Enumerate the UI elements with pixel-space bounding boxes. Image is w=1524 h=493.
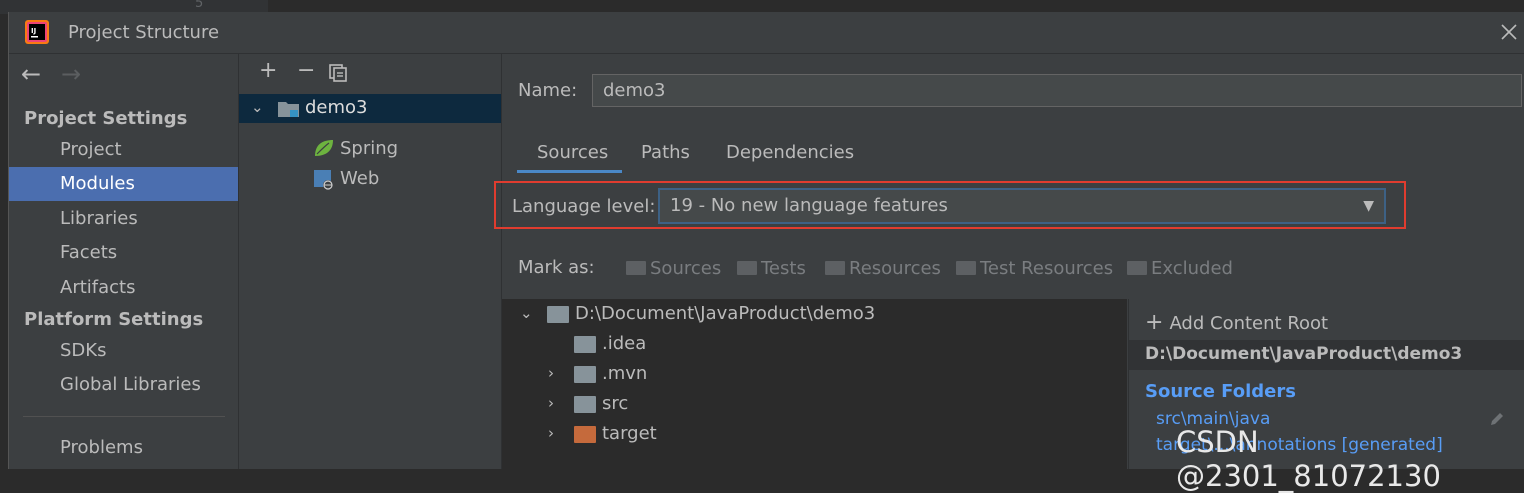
settings-nav: ← → Project Settings Project Modules Lib… xyxy=(9,54,239,469)
tree-row-idea[interactable]: .idea xyxy=(502,330,1127,360)
nav-divider xyxy=(23,416,225,417)
nav-item-libraries[interactable]: Libraries xyxy=(9,202,238,236)
folder-icon xyxy=(956,261,976,275)
source-folders-heading: Source Folders xyxy=(1145,381,1296,402)
language-level-select[interactable]: 19 - No new language features ▼ xyxy=(658,188,1386,224)
content-root-path: D:\Document\JavaProduct\demo3 xyxy=(575,303,876,324)
nav-item-global-libraries[interactable]: Global Libraries xyxy=(9,368,238,402)
nav-item-sdks[interactable]: SDKs xyxy=(9,334,238,368)
folder-icon xyxy=(1127,261,1147,275)
nav-item-project[interactable]: Project xyxy=(9,133,238,167)
mark-as-sources-button[interactable]: Sources xyxy=(626,258,721,279)
module-tree-row-demo3[interactable]: ⌄ demo3 xyxy=(239,94,501,123)
module-name-input[interactable]: demo3 xyxy=(592,74,1522,107)
tab-paths[interactable]: Paths xyxy=(641,142,690,163)
copy-icon[interactable] xyxy=(328,63,348,83)
facet-spring[interactable]: Spring xyxy=(340,138,398,159)
spring-leaf-icon xyxy=(315,140,333,156)
module-name: demo3 xyxy=(305,97,368,118)
remove-icon[interactable]: − xyxy=(297,58,315,83)
content-root-tree: ⌄ D:\Document\JavaProduct\demo3 .idea › … xyxy=(502,299,1127,469)
add-icon[interactable]: + xyxy=(259,58,277,83)
tree-row-mvn[interactable]: › .mvn xyxy=(502,360,1127,390)
web-facet-icon xyxy=(314,170,333,190)
background-editor-strip xyxy=(0,14,8,469)
mark-as-tests-button[interactable]: Tests xyxy=(737,258,806,279)
intellij-logo-icon: IJ xyxy=(25,20,49,44)
nav-item-problems[interactable]: Problems xyxy=(9,431,238,465)
folder-name: .mvn xyxy=(602,363,648,384)
close-icon[interactable] xyxy=(1497,20,1521,44)
mark-as-excluded-button[interactable]: Excluded xyxy=(1127,258,1233,279)
mark-as-test-resources-button[interactable]: Test Resources xyxy=(956,258,1113,279)
content-root-title: D:\Document\JavaProduct\demo3 xyxy=(1145,344,1463,364)
nav-item-artifacts[interactable]: Artifacts xyxy=(9,271,238,305)
dialog-title: Project Structure xyxy=(68,22,220,43)
tree-row-target[interactable]: › target xyxy=(502,420,1127,450)
svg-text:IJ: IJ xyxy=(31,27,36,35)
content-root-header: D:\Document\JavaProduct\demo3 xyxy=(1129,340,1524,370)
chevron-down-icon[interactable]: ⌄ xyxy=(520,304,533,322)
folder-icon xyxy=(574,396,596,413)
language-level-label: Language level: xyxy=(512,196,656,217)
nav-item-facets[interactable]: Facets xyxy=(9,236,238,270)
chevron-down-icon[interactable]: ⌄ xyxy=(251,98,264,116)
tab-sources[interactable]: Sources xyxy=(537,142,608,163)
plus-icon: + xyxy=(1145,310,1164,335)
folder-name: target xyxy=(602,423,657,444)
platform-settings-heading: Platform Settings xyxy=(24,309,204,330)
excluded-folder-icon xyxy=(574,426,596,443)
folder-icon xyxy=(547,306,569,323)
chevron-down-icon: ▼ xyxy=(1363,198,1374,214)
folder-icon xyxy=(626,261,646,275)
folder-name: src xyxy=(602,393,629,414)
name-label: Name: xyxy=(518,80,578,101)
chevron-right-icon[interactable]: › xyxy=(548,424,554,442)
title-bar: IJ Project Structure xyxy=(9,12,1524,54)
watermark-text: CSDN @2301_81072130 xyxy=(1176,425,1441,493)
back-arrow-icon[interactable]: ← xyxy=(21,60,41,88)
project-settings-heading: Project Settings xyxy=(24,108,188,129)
language-level-value: 19 - No new language features xyxy=(670,195,948,216)
folder-icon xyxy=(574,336,596,353)
folder-icon xyxy=(737,261,757,275)
add-content-root-button[interactable]: + Add Content Root xyxy=(1145,310,1328,335)
mark-as-resources-button[interactable]: Resources xyxy=(825,258,941,279)
tree-row-root[interactable]: ⌄ D:\Document\JavaProduct\demo3 xyxy=(502,300,1127,330)
folder-name: .idea xyxy=(602,333,647,354)
mark-as-label: Mark as: xyxy=(518,257,595,278)
chevron-right-icon[interactable]: › xyxy=(548,364,554,382)
chevron-right-icon[interactable]: › xyxy=(548,394,554,412)
tab-dependencies[interactable]: Dependencies xyxy=(726,142,854,163)
forward-arrow-icon[interactable]: → xyxy=(61,60,81,88)
module-settings-panel: Name: demo3 Sources Paths Dependencies L… xyxy=(494,54,1524,469)
folder-icon xyxy=(825,261,845,275)
modules-panel: + − ⌄ demo3 Spring Web xyxy=(239,54,502,469)
line-number: 5 xyxy=(195,0,204,11)
facet-web[interactable]: Web xyxy=(340,168,379,189)
tree-row-src[interactable]: › src xyxy=(502,390,1127,420)
folder-icon xyxy=(574,366,596,383)
active-tab-indicator xyxy=(517,170,622,173)
project-structure-dialog: IJ Project Structure ← → Project Setting… xyxy=(8,12,1524,469)
nav-item-modules[interactable]: Modules xyxy=(9,167,238,201)
module-folder-icon xyxy=(278,102,299,117)
